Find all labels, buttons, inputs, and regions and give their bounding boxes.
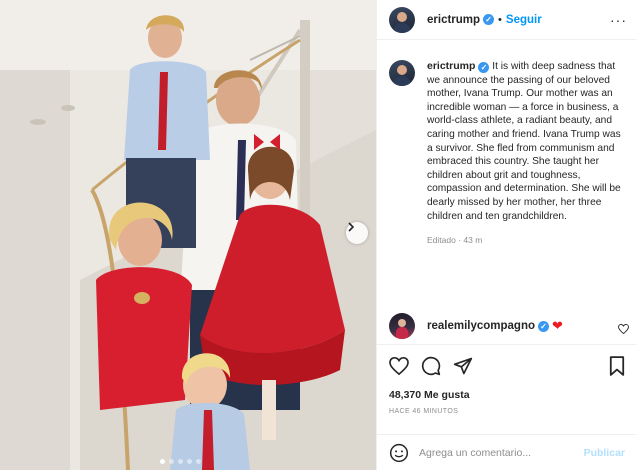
post-photo[interactable] [0,0,376,470]
avatar[interactable] [389,6,415,33]
comment-bubble-icon[interactable] [421,356,441,376]
comment-username[interactable]: realemilycompagno [427,320,535,332]
follow-button[interactable]: Seguir [506,14,542,26]
likes-count[interactable]: 48,370 Me gusta [389,389,470,401]
comment-input[interactable] [419,446,584,459]
avatar[interactable] [389,60,415,86]
like-heart-icon[interactable] [389,357,409,375]
carousel-dot [196,459,201,464]
divider [377,344,636,345]
header-username[interactable]: erictrump [427,14,480,26]
comment-text: ❤ [552,318,563,333]
carousel-dot [187,459,192,464]
edited-timestamp: Editado · 43 m [427,235,483,246]
share-paper-plane-icon[interactable] [453,356,473,376]
comment-row: realemilycompagno ✓ ❤ [389,313,633,339]
more-horizontal-icon[interactable]: ··· [610,12,627,28]
post-timestamp[interactable]: HACE 46 MINUTOS [389,408,458,415]
verified-badge-icon: ✓ [483,14,495,25]
caption-username[interactable]: erictrump [427,60,475,72]
post-header: erictrump ✓ • Seguir ··· [377,0,636,40]
post-caption: erictrump ✓ It is with deep sadness that … [389,60,629,245]
caption-body: erictrump ✓ It is with deep sadness that … [427,60,627,223]
carousel-dot [178,459,183,464]
carousel-dot [160,459,165,464]
caption-text: It is with deep sadness that we announce… [427,61,621,222]
verified-badge-icon: ✓ [538,320,550,332]
chevron-right-icon [348,222,355,232]
comment-like-heart-icon[interactable] [618,321,629,339]
carousel-dot [169,459,174,464]
dot-separator: • [498,13,502,26]
add-comment-bar: Publicar [377,434,636,470]
carousel-next-button[interactable] [346,222,368,244]
avatar[interactable] [389,313,415,339]
post-side-panel: erictrump ✓ • Seguir ··· erictrump ✓ It i… [376,0,636,470]
verified-badge-icon: ✓ [478,62,490,73]
post-actions [389,355,625,377]
bookmark-icon[interactable] [609,356,625,376]
post-comment-button[interactable]: Publicar [584,447,625,459]
emoji-smiley-icon[interactable] [389,443,409,463]
family-portrait-photo [0,0,376,470]
carousel-indicator [160,459,201,464]
